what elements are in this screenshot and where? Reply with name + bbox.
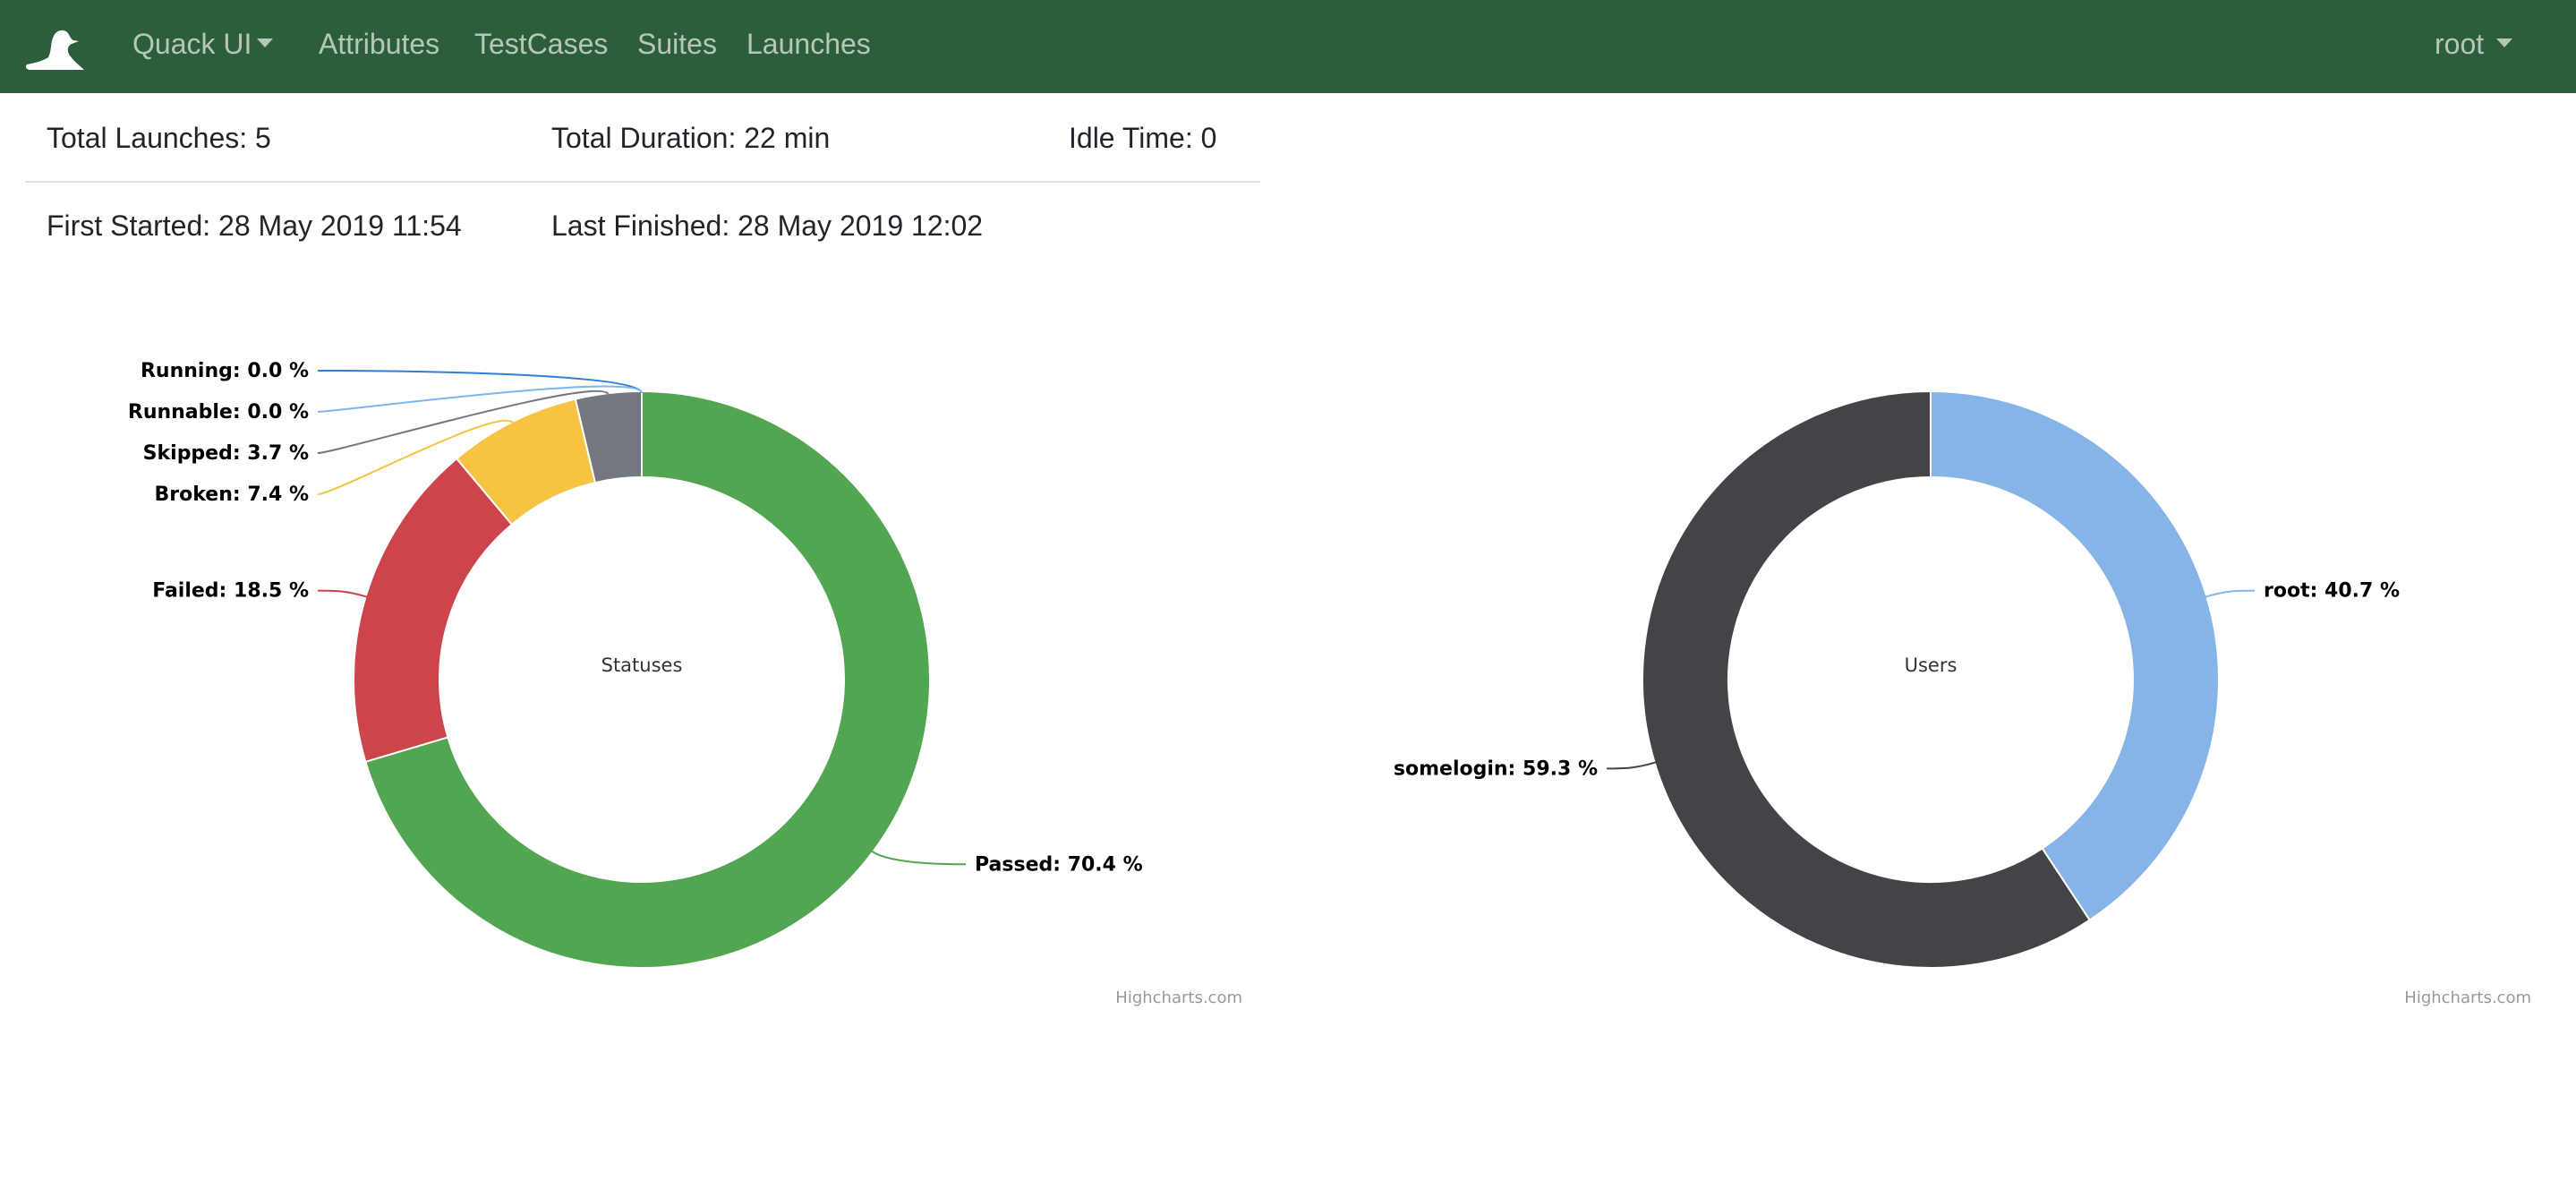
user-menu-dropdown[interactable]: root [2435, 0, 2513, 93]
nav-brand-label: Quack UI [132, 28, 252, 60]
top-navbar: Quack UI Attributes TestCases Suites Lau… [0, 0, 2576, 93]
pie-label-running: Running: 0.0 % [141, 360, 309, 382]
duck-icon[interactable] [23, 23, 86, 73]
pie-connector-passed [870, 850, 967, 866]
idle-time-stat: Idle Time: 0 [1069, 122, 1217, 154]
pie-slice-failed[interactable] [353, 457, 514, 764]
pie-connector-somelogin [1606, 761, 1657, 770]
chart-center-title: Users [1905, 655, 1958, 676]
nav-item-launches[interactable]: Launches [746, 0, 871, 93]
chart-credits-link[interactable]: Highcharts.com [2404, 988, 2531, 1007]
pie-label-passed: Passed: 70.4 % [975, 853, 1143, 876]
user-menu-label: root [2435, 28, 2485, 60]
statuses-donut-chart: Running: 0.0 % Runnable: 0.0 % Skipped: 3.… [128, 360, 1242, 1007]
pie-label-skipped: Skipped: 3.7 % [143, 442, 309, 465]
first-started-stat: First Started: 28 May 2019 11:54 [47, 210, 462, 242]
pie-label-failed: Failed: 18.5 % [152, 580, 309, 603]
pie-label-runnable: Runnable: 0.0 % [128, 401, 309, 424]
nav-item-attributes[interactable]: Attributes [319, 0, 439, 93]
nav-item-testcases[interactable]: TestCases [474, 0, 608, 93]
chevron-down-icon [2496, 38, 2513, 47]
nav-item-suites[interactable]: Suites [637, 0, 717, 93]
pie-connector-root [2205, 589, 2256, 598]
last-finished-stat: Last Finished: 28 May 2019 12:02 [551, 210, 984, 242]
chart-credits-link[interactable]: Highcharts.com [1115, 988, 1242, 1007]
pie-slice-root[interactable] [1930, 389, 2220, 921]
pie-label-root: root: 40.7 % [2264, 580, 2400, 603]
chart-center-title: Statuses [601, 655, 683, 676]
stats-divider [25, 181, 1260, 183]
pie-label-broken: Broken: 7.4 % [155, 483, 310, 506]
pie-connector-running [317, 370, 643, 394]
pie-label-somelogin: somelogin: 59.3 % [1394, 757, 1598, 780]
users-donut-chart: somelogin: 59.3 % root: 40.7 % Users High… [1394, 389, 2531, 1007]
total-launches-stat: Total Launches: 5 [47, 122, 271, 154]
chevron-down-icon [257, 38, 274, 47]
total-duration-stat: Total Duration: 22 min [551, 122, 831, 154]
nav-brand-dropdown[interactable]: Quack UI [132, 0, 274, 93]
pie-connector-failed [317, 589, 368, 598]
